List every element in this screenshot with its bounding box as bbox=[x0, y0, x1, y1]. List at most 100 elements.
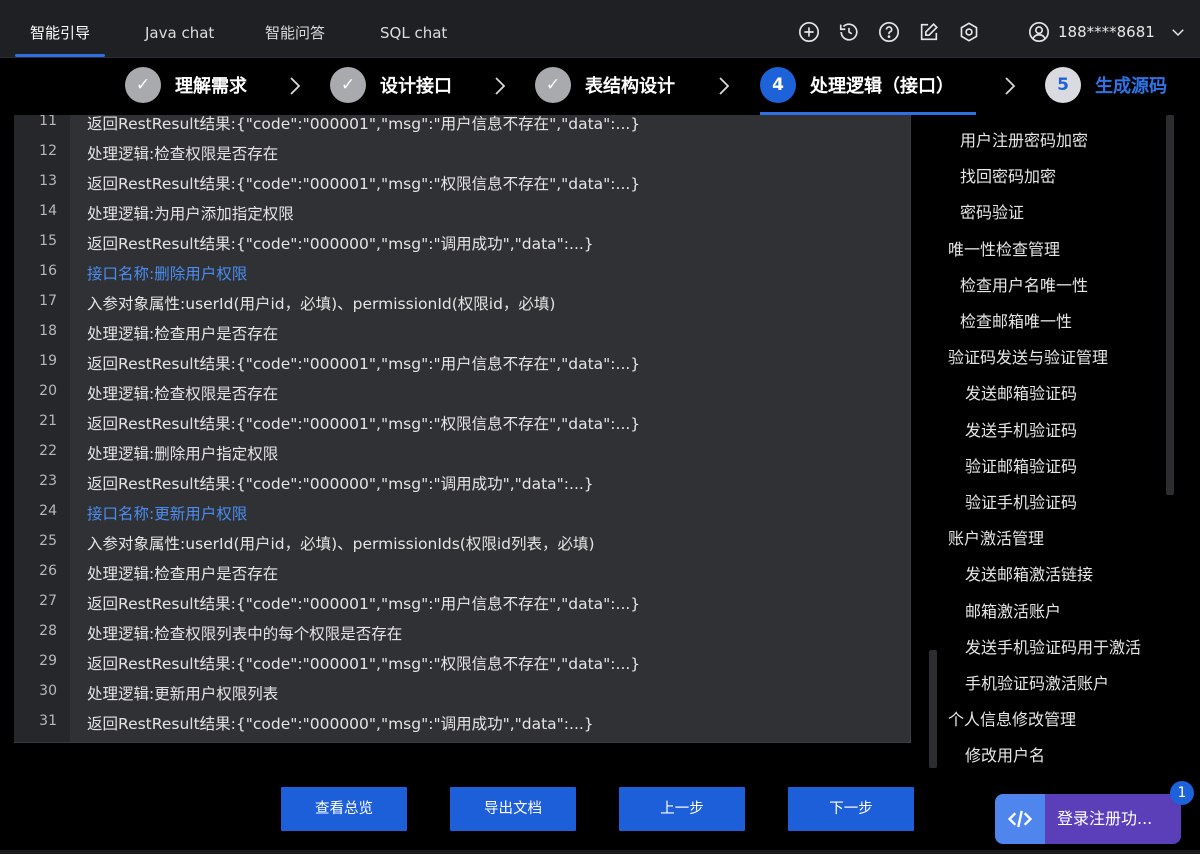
line-number: 29 bbox=[39, 653, 57, 669]
outline-group[interactable]: 账户激活管理 bbox=[948, 525, 1044, 549]
code-line: 14 处理逻辑:为用户添加指定权限 bbox=[14, 203, 910, 235]
interface-name-line: 接口名称:更新用户权限 bbox=[87, 505, 248, 523]
code-text: 返回RestResult结果:{"code":"000000","msg":"调… bbox=[87, 475, 594, 493]
outline-item[interactable]: 验证邮箱验证码 bbox=[965, 453, 1077, 477]
code-line: 27 返回RestResult结果:{"code":"000001","msg":… bbox=[14, 593, 910, 625]
line-number: 23 bbox=[39, 473, 57, 489]
code-text: 返回RestResult结果:{"code":"000001","msg":"用… bbox=[87, 595, 641, 613]
next-step-button[interactable]: 下一步 bbox=[788, 787, 914, 831]
code-text: 返回RestResult结果:{"code":"000001","msg":"用… bbox=[87, 115, 641, 133]
line-number: 30 bbox=[39, 683, 57, 699]
step-generate-source[interactable]: 5 生成源码 bbox=[1045, 67, 1167, 103]
chevron-right-icon bbox=[1005, 77, 1016, 95]
line-number: 14 bbox=[39, 203, 57, 219]
bottom-strip bbox=[0, 850, 1200, 854]
step-table-design[interactable]: ✓ 表结构设计 bbox=[535, 67, 675, 103]
edit-icon[interactable] bbox=[918, 21, 940, 43]
code-line: 12 处理逻辑:检查权限是否存在 bbox=[14, 143, 910, 175]
code-text: 入参对象属性:userId(用户id，必填)、permissionId(权限id… bbox=[87, 295, 556, 313]
outline-item[interactable]: 修改用户名 bbox=[965, 742, 1045, 766]
code-text: 返回RestResult结果:{"code":"000001","msg":"权… bbox=[87, 655, 641, 673]
user-menu[interactable]: 188****8681 bbox=[1028, 21, 1187, 43]
step-check-icon: ✓ bbox=[535, 67, 571, 103]
outline-scrollbar[interactable] bbox=[1166, 115, 1174, 495]
code-editor[interactable]: 11 返回RestResult结果:{"code":"000001","msg":… bbox=[14, 115, 911, 743]
outline-group[interactable]: 个人信息修改管理 bbox=[948, 706, 1076, 730]
outline-item[interactable]: 找回密码加密 bbox=[960, 163, 1056, 187]
code-text: 返回RestResult结果:{"code":"000000","msg":"调… bbox=[87, 235, 594, 253]
plus-circle-icon[interactable] bbox=[798, 21, 820, 43]
code-text: 返回RestResult结果:{"code":"000001","msg":"权… bbox=[87, 175, 641, 193]
code-line: 11 返回RestResult结果:{"code":"000001","msg":… bbox=[14, 115, 910, 145]
line-number: 19 bbox=[39, 353, 57, 369]
line-number: 22 bbox=[39, 443, 57, 459]
code-line: 30 处理逻辑:更新用户权限列表 bbox=[14, 683, 910, 715]
user-avatar-icon bbox=[1029, 22, 1049, 42]
line-number: 26 bbox=[39, 563, 57, 579]
code-line: 15 返回RestResult结果:{"code":"000000","msg":… bbox=[14, 233, 910, 265]
outline-item[interactable]: 邮箱激活账户 bbox=[965, 598, 1061, 622]
code-line: 17 入参对象属性:userId(用户id，必填)、permissionId(权限… bbox=[14, 293, 910, 325]
tab-smart-qa[interactable]: 智能问答 bbox=[265, 0, 325, 58]
tab-smart-guide[interactable]: 智能引导 bbox=[30, 0, 90, 58]
history-icon[interactable] bbox=[838, 21, 860, 43]
step-design-interface[interactable]: ✓ 设计接口 bbox=[330, 67, 452, 103]
active-tab-indicator bbox=[15, 54, 105, 57]
settings-hex-icon[interactable] bbox=[958, 21, 980, 43]
code-line: 25 入参对象属性:userId(用户id，必填)、permissionIds(权… bbox=[14, 533, 910, 565]
user-phone: 188****8681 bbox=[1058, 23, 1155, 41]
code-text: 入参对象属性:userId(用户id，必填)、permissionIds(权限i… bbox=[87, 535, 595, 553]
step-label: 生成源码 bbox=[1095, 76, 1167, 97]
task-widget-button[interactable]: 登录注册功... bbox=[1045, 794, 1181, 844]
step-check-icon: ✓ bbox=[330, 67, 366, 103]
code-text: 返回RestResult结果:{"code":"000000","msg":"调… bbox=[87, 715, 594, 733]
help-icon[interactable] bbox=[878, 21, 900, 43]
outline-panel: 用户注册密码加密 找回密码加密 密码验证唯一性检查管理检查用户名唯一性 检查邮箱唯一性… bbox=[930, 115, 1178, 767]
code-line: 16 接口名称:删除用户权限 bbox=[14, 263, 910, 295]
code-line: 20 处理逻辑:检查权限是否存在 bbox=[14, 383, 910, 415]
outline-item[interactable]: 检查用户名唯一性 bbox=[960, 272, 1088, 296]
code-text: 处理逻辑:检查权限是否存在 bbox=[87, 145, 279, 163]
line-number: 12 bbox=[39, 143, 57, 159]
step-label: 处理逻辑（接口） bbox=[810, 76, 954, 97]
notification-badge: 1 bbox=[1170, 781, 1194, 805]
step-understand-requirements[interactable]: ✓ 理解需求 bbox=[125, 67, 247, 103]
step-number: 5 bbox=[1045, 67, 1081, 103]
code-line: 31 返回RestResult结果:{"code":"000000","msg":… bbox=[14, 713, 910, 742]
code-text: 处理逻辑:更新用户权限列表 bbox=[87, 685, 279, 703]
outline-item[interactable]: 手机验证码激活账户 bbox=[965, 670, 1109, 694]
outline-item[interactable]: 密码验证 bbox=[960, 199, 1024, 223]
outline-item[interactable]: 用户注册密码加密 bbox=[960, 127, 1088, 151]
tab-sql-chat[interactable]: SQL chat bbox=[380, 0, 447, 58]
previous-step-button[interactable]: 上一步 bbox=[619, 787, 745, 831]
step-number: 4 bbox=[760, 67, 796, 103]
step-process-logic[interactable]: 4 处理逻辑（接口） bbox=[760, 67, 954, 103]
code-text: 返回RestResult结果:{"code":"000001","msg":"权… bbox=[87, 415, 641, 433]
outline-group[interactable]: 唯一性检查管理 bbox=[948, 236, 1060, 260]
outline-item[interactable]: 发送手机验证码用于激活 bbox=[965, 634, 1141, 658]
outline-item[interactable]: 发送手机验证码 bbox=[965, 417, 1077, 441]
code-line: 24 接口名称:更新用户权限 bbox=[14, 503, 910, 535]
outline-group[interactable]: 验证码发送与验证管理 bbox=[948, 344, 1108, 368]
export-document-button[interactable]: 导出文档 bbox=[450, 787, 576, 831]
progress-stepper: ✓ 理解需求 ✓ 设计接口 ✓ 表结构设计 4 处理逻辑（接口） 5 生成源码 bbox=[0, 59, 1200, 115]
view-overview-button[interactable]: 查看总览 bbox=[281, 787, 407, 831]
code-brackets-icon[interactable] bbox=[995, 794, 1045, 844]
code-text: 处理逻辑:为用户添加指定权限 bbox=[87, 205, 294, 223]
line-number: 27 bbox=[39, 593, 57, 609]
outline-item[interactable]: 检查邮箱唯一性 bbox=[960, 308, 1072, 332]
outline-item[interactable]: 验证手机验证码 bbox=[965, 489, 1077, 513]
outline-item[interactable]: 发送邮箱验证码 bbox=[965, 380, 1077, 404]
chevron-right-icon bbox=[495, 77, 506, 95]
line-number: 28 bbox=[39, 623, 57, 639]
outline-scrollbar-secondary[interactable] bbox=[929, 650, 937, 768]
line-number: 13 bbox=[39, 173, 57, 189]
line-number: 11 bbox=[39, 115, 57, 129]
chevron-down-icon[interactable] bbox=[1169, 23, 1187, 41]
code-line: 22 处理逻辑:删除用户指定权限 bbox=[14, 443, 910, 475]
code-text: 处理逻辑:检查用户是否存在 bbox=[87, 325, 279, 343]
code-text: 处理逻辑:检查用户是否存在 bbox=[87, 565, 279, 583]
top-nav-bar: 智能引导 Java chat 智能问答 SQL chat 188****8681 bbox=[0, 0, 1200, 58]
tab-java-chat[interactable]: Java chat bbox=[145, 0, 214, 58]
outline-item[interactable]: 发送邮箱激活链接 bbox=[965, 561, 1093, 585]
